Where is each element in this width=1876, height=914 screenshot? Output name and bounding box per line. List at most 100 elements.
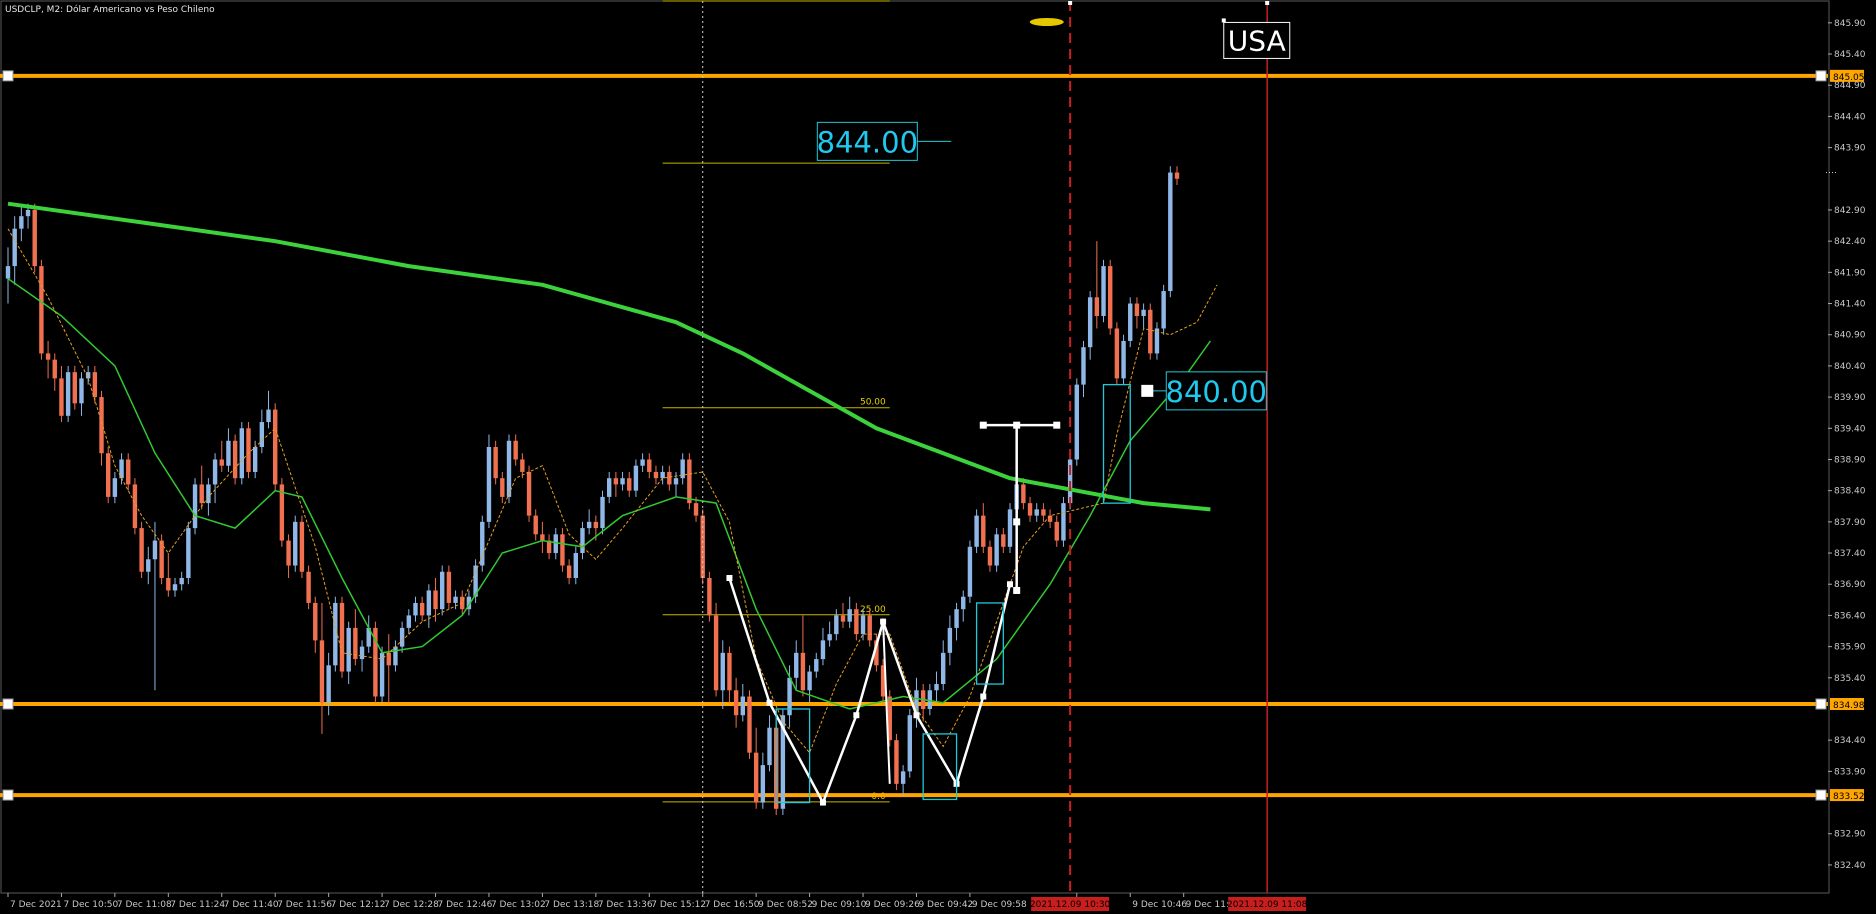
candle-body — [854, 609, 859, 635]
candle-body — [319, 640, 325, 703]
level-handle[interactable] — [1815, 698, 1827, 710]
measured-move-node[interactable] — [1013, 421, 1021, 429]
candle-body — [393, 646, 398, 666]
price-chart[interactable]: 100.0075.0050.0025.000.0 845.05834.98833… — [0, 0, 1876, 914]
candle-body — [580, 528, 585, 554]
level-handle[interactable] — [1815, 789, 1827, 801]
w-pattern-node[interactable] — [853, 712, 860, 719]
price-tick-label: 841.40 — [1834, 300, 1866, 310]
candle-body — [620, 478, 625, 485]
candle-body — [1007, 509, 1013, 547]
candle-body — [640, 459, 645, 466]
price-tick-label: 835.90 — [1834, 643, 1866, 653]
candle-body — [426, 590, 432, 616]
candle-body — [506, 440, 512, 497]
candle-body — [1108, 266, 1113, 329]
candle-body — [293, 521, 298, 566]
time-tick-label: 7 Dec 13:36 — [598, 900, 653, 910]
line-handle[interactable] — [1068, 1, 1073, 5]
price-tick-label: 832.90 — [1834, 830, 1866, 840]
candle-body — [179, 577, 184, 585]
w-pattern-node[interactable] — [913, 712, 920, 719]
w-pattern-node[interactable] — [1007, 581, 1013, 588]
measured-move-node[interactable] — [1013, 518, 1021, 526]
candle-body — [359, 646, 365, 660]
event-marker[interactable] — [1029, 18, 1064, 26]
candle-body — [126, 459, 131, 485]
candle-body — [1047, 515, 1053, 522]
candle-body — [1174, 172, 1180, 179]
price-tick-label: 844.40 — [1834, 112, 1866, 122]
price-tick-label: 837.90 — [1834, 518, 1866, 528]
candle-body — [172, 584, 178, 591]
time-tick-label: 7 Dec 12:12 — [331, 900, 386, 910]
candle-body — [146, 559, 151, 572]
candle-body — [440, 571, 445, 610]
candle-body — [720, 652, 725, 691]
candle-body — [199, 484, 204, 504]
candle-body — [1161, 291, 1166, 329]
level-handle[interactable] — [2, 70, 14, 82]
candle-body — [941, 652, 946, 685]
candle-body — [453, 596, 458, 603]
time-tick-label: 9 Dec 09:58 — [972, 900, 1027, 910]
price-label-handle[interactable] — [1141, 384, 1154, 397]
candle-body — [760, 765, 766, 803]
candle-body — [647, 459, 652, 472]
candle-body — [807, 671, 812, 691]
chart-title: USDCLP, M2: Dólar Americano vs Peso Chil… — [5, 4, 215, 15]
candle-body — [794, 652, 799, 678]
candle-body — [112, 478, 118, 497]
candle-body — [733, 690, 739, 716]
price-label-text: 844.00 — [817, 125, 918, 159]
time-tick-label: 7 Dec 11:56 — [277, 900, 332, 910]
candle-body — [974, 515, 979, 547]
chart-background — [0, 0, 1876, 914]
measured-move-node[interactable] — [979, 421, 987, 429]
candle-body — [707, 577, 712, 616]
level-handle[interactable] — [1815, 70, 1827, 82]
w-pattern-node[interactable] — [880, 618, 887, 625]
time-tick-label: 7 Dec 11:08 — [117, 900, 172, 910]
price-tick-label: 839.90 — [1834, 393, 1866, 403]
candle-body — [900, 771, 906, 784]
time-tick-label: 9 Dec 09:42 — [918, 900, 973, 910]
candle-body — [32, 209, 37, 267]
w-pattern-node[interactable] — [819, 799, 826, 806]
price-tick-label: 835.40 — [1834, 674, 1866, 684]
w-pattern-node[interactable] — [980, 693, 987, 700]
level-price-label: 834.98 — [1833, 701, 1865, 711]
measured-move-node[interactable] — [1013, 586, 1021, 594]
candle-body — [212, 459, 218, 485]
candle-body — [667, 471, 672, 485]
time-tick-label: 7 Dec 12:46 — [438, 900, 493, 910]
measured-move-node[interactable] — [1053, 421, 1061, 429]
candle-body — [800, 652, 806, 691]
price-tick-label: 844.90 — [1834, 81, 1866, 91]
candle-body — [1114, 328, 1120, 379]
candle-body — [687, 459, 692, 504]
candle-body — [1074, 384, 1079, 460]
candle-body — [533, 515, 538, 535]
line-handle[interactable] — [1265, 1, 1270, 5]
candle-body — [266, 409, 271, 423]
candle-body — [653, 471, 659, 479]
candle-body — [627, 478, 632, 491]
candle-body — [660, 471, 665, 479]
candle-body — [239, 428, 244, 479]
candle-body — [1121, 340, 1126, 379]
candle-body — [232, 440, 238, 479]
time-tick-label: 7 Dec 15:12 — [651, 900, 706, 910]
candle-body — [12, 228, 17, 267]
event-label-handle[interactable] — [1221, 18, 1226, 23]
fib-level-label: 100.00 — [854, 0, 886, 1]
w-pattern-node[interactable] — [726, 574, 733, 581]
time-marker-label: 2021.12.09 10:30 — [1030, 900, 1111, 910]
candle-body — [1027, 503, 1033, 516]
time-tick-label: 9 Dec 09:26 — [865, 900, 920, 910]
level-price-label: 833.52 — [1833, 792, 1865, 802]
w-pattern-node[interactable] — [766, 699, 773, 706]
candle-body — [500, 478, 505, 497]
level-handle[interactable] — [2, 698, 14, 710]
level-handle[interactable] — [2, 789, 14, 801]
